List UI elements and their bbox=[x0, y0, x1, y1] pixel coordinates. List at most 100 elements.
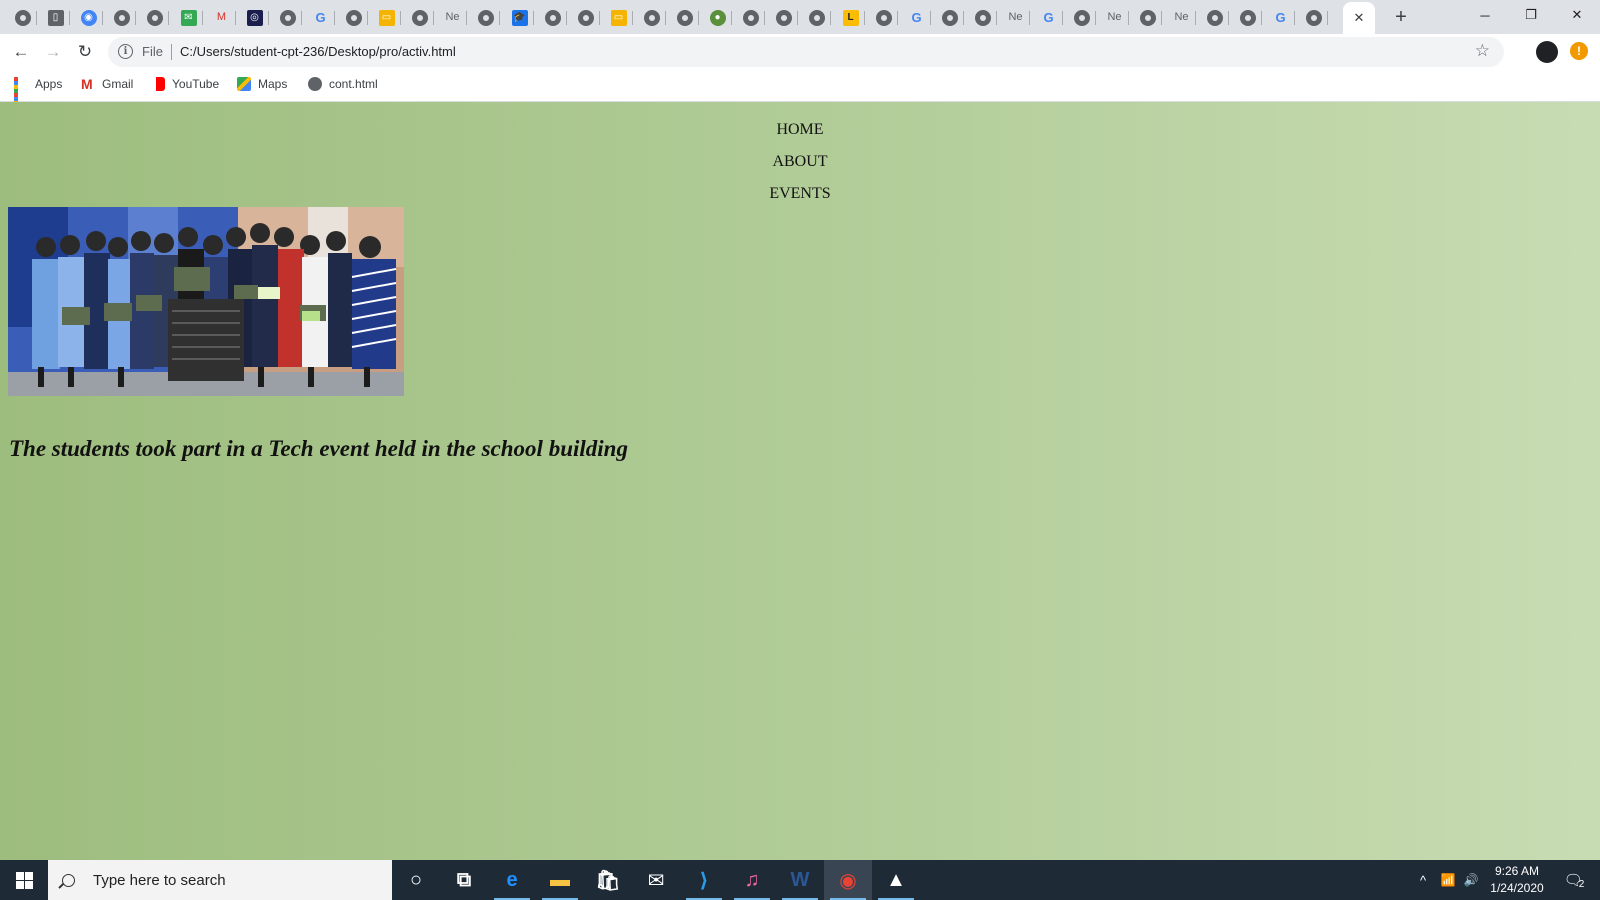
bookmark-label: Gmail bbox=[102, 77, 134, 91]
browser-tab[interactable] bbox=[572, 5, 600, 30]
browser-tab[interactable] bbox=[1234, 5, 1262, 30]
browser-tab[interactable]: ◎ bbox=[241, 5, 269, 30]
close-window-button[interactable]: ✕ bbox=[1554, 0, 1600, 30]
browser-tab[interactable]: ▭ bbox=[605, 5, 633, 30]
document-icon: ▯ bbox=[47, 9, 64, 26]
browser-tab[interactable] bbox=[108, 5, 136, 30]
vscode-taskbar-button[interactable]: ⟩ bbox=[680, 860, 728, 900]
store-taskbar-button[interactable]: 🛍 bbox=[584, 860, 632, 900]
close-tab-icon[interactable]: ✕ bbox=[1354, 10, 1365, 26]
browser-tab[interactable] bbox=[1068, 5, 1096, 30]
word-taskbar-button[interactable]: W bbox=[776, 860, 824, 900]
browser-tab[interactable] bbox=[671, 5, 699, 30]
bookmark-star-icon[interactable]: ☆ bbox=[1475, 41, 1490, 61]
globe-icon bbox=[775, 9, 792, 26]
menu-home-link[interactable]: HOME bbox=[0, 114, 1600, 146]
browser-tab[interactable] bbox=[274, 5, 302, 30]
browser-tab[interactable] bbox=[969, 5, 997, 30]
cortana-taskbar-button[interactable]: ○ bbox=[392, 860, 440, 900]
browser-tab[interactable]: M bbox=[208, 5, 236, 30]
browser-tab[interactable] bbox=[9, 5, 37, 30]
notification-count: 2 bbox=[1578, 878, 1585, 890]
browser-tab[interactable]: Ne bbox=[1002, 5, 1030, 30]
whatsapp-icon: ✉ bbox=[180, 9, 197, 26]
bookmark-youtube[interactable]: YouTube bbox=[151, 77, 219, 91]
browser-tab[interactable]: Ne bbox=[439, 5, 467, 30]
active-tab[interactable]: ✕ bbox=[1343, 2, 1375, 34]
browser-tab[interactable]: G bbox=[1035, 5, 1063, 30]
tab-separator bbox=[334, 11, 335, 25]
bookmark-cont-html[interactable]: cont.html bbox=[308, 77, 378, 91]
browser-tab[interactable] bbox=[340, 5, 368, 30]
browser-tab[interactable] bbox=[737, 5, 765, 30]
browser-tab[interactable] bbox=[1134, 5, 1162, 30]
browser-tab[interactable]: G bbox=[903, 5, 931, 30]
bookmark-maps[interactable]: Maps bbox=[237, 77, 287, 91]
tab-separator bbox=[400, 11, 401, 25]
url-text[interactable]: C:/Users/student-cpt-236/Desktop/pro/act… bbox=[180, 44, 456, 59]
google-icon: G bbox=[1043, 10, 1054, 25]
mail-taskbar-button[interactable]: ✉ bbox=[632, 860, 680, 900]
browser-tab[interactable]: ▯ bbox=[42, 5, 70, 30]
browser-tab[interactable] bbox=[472, 5, 500, 30]
globe-icon bbox=[742, 9, 759, 26]
start-button[interactable] bbox=[0, 860, 48, 900]
browser-tab[interactable]: G bbox=[1267, 5, 1295, 30]
new-tab-button[interactable]: + bbox=[1390, 6, 1412, 28]
browser-tab[interactable] bbox=[870, 5, 898, 30]
network-icon[interactable]: 📶 bbox=[1436, 860, 1460, 900]
green-app-icon: ● bbox=[709, 9, 726, 26]
bookmark-label: Maps bbox=[258, 77, 288, 91]
back-button[interactable]: ← bbox=[7, 38, 35, 66]
globe-icon bbox=[1305, 9, 1322, 26]
browser-tab[interactable] bbox=[406, 5, 434, 30]
browser-tab[interactable]: ◉ bbox=[75, 5, 103, 30]
reload-button[interactable]: ↻ bbox=[71, 38, 99, 66]
browser-tab[interactable]: 🎓 bbox=[506, 5, 534, 30]
task-view-taskbar-button[interactable]: ⧉ bbox=[440, 860, 488, 900]
browser-tab[interactable] bbox=[1201, 5, 1229, 30]
bookmark-apps[interactable]: Apps bbox=[14, 77, 62, 113]
notifications-button[interactable]: 🗨 2 bbox=[1554, 860, 1594, 900]
profile-avatar[interactable] bbox=[1536, 41, 1558, 63]
browser-tab[interactable]: ▭ bbox=[373, 5, 401, 30]
bookmark-gmail[interactable]: M Gmail bbox=[81, 77, 133, 91]
tray-chevron-icon[interactable]: ^ bbox=[1412, 860, 1434, 900]
browser-tab[interactable] bbox=[770, 5, 798, 30]
file-explorer-taskbar-button[interactable]: ▬ bbox=[536, 860, 584, 900]
edge-taskbar-button[interactable]: e bbox=[488, 860, 536, 900]
chrome-taskbar-button[interactable]: ◉ bbox=[824, 860, 872, 900]
browser-tab[interactable]: ✉ bbox=[175, 5, 203, 30]
tab-separator bbox=[698, 11, 699, 25]
scheme-label: File bbox=[142, 44, 163, 59]
browser-tab[interactable] bbox=[539, 5, 567, 30]
forward-button[interactable]: → bbox=[39, 38, 67, 66]
browser-tab[interactable]: Ne bbox=[1101, 5, 1129, 30]
update-alert-icon[interactable]: ! bbox=[1570, 42, 1588, 60]
browser-tab[interactable]: Ne bbox=[1168, 5, 1196, 30]
minimize-button[interactable]: ─ bbox=[1462, 0, 1508, 30]
taskbar-clock[interactable]: 9:26 AM 1/24/2020 bbox=[1472, 863, 1562, 897]
apps-grid-icon bbox=[14, 77, 28, 113]
tab-separator bbox=[963, 11, 964, 25]
restore-button[interactable]: ❐ bbox=[1508, 0, 1554, 30]
browser-tab[interactable]: L bbox=[837, 5, 865, 30]
info-icon[interactable]: i bbox=[118, 44, 133, 59]
newtab-icon: Ne bbox=[445, 11, 460, 23]
browser-tab[interactable] bbox=[638, 5, 666, 30]
itunes-taskbar-button[interactable]: ♫ bbox=[728, 860, 776, 900]
clock-time: 9:26 AM bbox=[1494, 864, 1540, 878]
menu-about-link[interactable]: ABOUT bbox=[0, 146, 1600, 178]
browser-tab[interactable] bbox=[803, 5, 831, 30]
browser-tab[interactable] bbox=[1300, 5, 1328, 30]
photos-taskbar-button[interactable]: ▲ bbox=[872, 860, 920, 900]
browser-tab[interactable]: G bbox=[307, 5, 335, 30]
menu-events-link[interactable]: EVENTS bbox=[0, 178, 1600, 210]
gmail-icon: M bbox=[216, 11, 227, 23]
browser-tab[interactable] bbox=[141, 5, 169, 30]
address-bar[interactable]: i File C:/Users/student-cpt-236/Desktop/… bbox=[108, 37, 1504, 67]
slides-icon: ▭ bbox=[610, 9, 627, 26]
browser-tab[interactable] bbox=[936, 5, 964, 30]
taskbar-search-box[interactable]: Type here to search bbox=[48, 860, 392, 900]
browser-tab[interactable]: ● bbox=[704, 5, 732, 30]
